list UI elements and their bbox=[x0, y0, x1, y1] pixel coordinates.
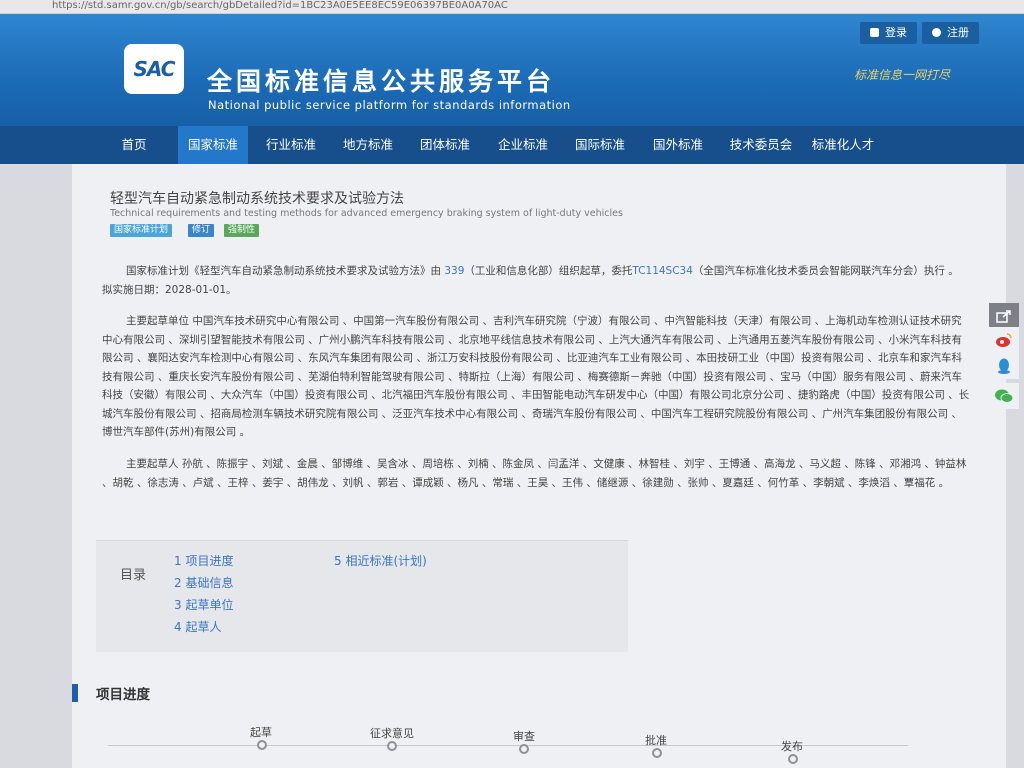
progress-section-title: 项目进度 bbox=[96, 687, 150, 703]
drafting-units: 主要起草单位 中国汽车技术研究中心有限公司 、中国第一汽车股份有限公司 、吉利汽… bbox=[102, 315, 970, 438]
stage-dot-comments bbox=[387, 741, 397, 751]
nav-item-local-standards[interactable]: 地方标准 bbox=[333, 126, 403, 164]
toc-item-basic-info[interactable]: 2 基础信息 bbox=[174, 574, 233, 591]
toc-label: 目录 bbox=[120, 568, 147, 583]
tag-revision: 修订 bbox=[188, 224, 215, 237]
share-icon[interactable] bbox=[989, 303, 1019, 329]
main-nav: 首页 国家标准 行业标准 地方标准 团体标准 企业标准 国际标准 国外标准 技术… bbox=[0, 126, 1024, 164]
ministry-code-link[interactable]: 339 bbox=[444, 265, 464, 277]
site-subtitle: National public service platform for sta… bbox=[208, 98, 571, 112]
stage-dot-release bbox=[788, 754, 798, 764]
logo-text: SAC bbox=[133, 57, 176, 81]
toc-item-progress[interactable]: 1 项目进度 bbox=[174, 552, 233, 569]
toc-item-similar-standards[interactable]: 5 相近标准(计划) bbox=[334, 552, 427, 569]
stage-dot-review bbox=[519, 744, 529, 754]
nav-item-international-standards[interactable]: 国际标准 bbox=[565, 126, 635, 164]
stage-dot-approval bbox=[652, 748, 662, 758]
intro-text: 国家标准计划《轻型汽车自动紧急制动系统技术要求及试验方法》由 bbox=[126, 265, 445, 277]
standard-title-en: Technical requirements and testing metho… bbox=[110, 208, 623, 219]
url-text: https://std.samr.gov.cn/gb/search/gbDeta… bbox=[52, 0, 508, 11]
intro-text: （工业和信息化部）组织起草，委托 bbox=[464, 265, 633, 277]
stage-label-drafting: 起草 bbox=[250, 726, 272, 739]
stage-label-release: 发布 bbox=[781, 740, 803, 753]
drafters: 主要起草人 孙航 、陈振宇 、刘斌 、金晨 、邹博维 、吴含冰 、周培栋 、刘楠… bbox=[102, 458, 967, 489]
stage-label-review: 审查 bbox=[513, 730, 535, 743]
nav-item-industry-standards[interactable]: 行业标准 bbox=[256, 126, 326, 164]
sac-logo[interactable]: SAC bbox=[124, 44, 184, 94]
tag-mandatory: 强制性 bbox=[224, 224, 260, 237]
tag-national-plan: 国家标准计划 bbox=[110, 224, 173, 237]
toc-item-drafting-units[interactable]: 3 起草单位 bbox=[174, 596, 233, 613]
nav-item-group-standards[interactable]: 团体标准 bbox=[410, 126, 480, 164]
weibo-icon[interactable] bbox=[989, 327, 1019, 353]
intro-paragraph: 国家标准计划《轻型汽车自动紧急制动系统技术要求及试验方法》由 339（工业和信息… bbox=[102, 262, 972, 299]
wechat-icon[interactable] bbox=[989, 383, 1019, 409]
committee-code-link[interactable]: TC114SC34 bbox=[632, 265, 693, 277]
register-button[interactable]: 注册 bbox=[922, 22, 979, 44]
nav-item-foreign-standards[interactable]: 国外标准 bbox=[643, 126, 713, 164]
login-label: 登录 bbox=[885, 26, 907, 39]
nav-item-talent[interactable]: 标准化人才 bbox=[806, 126, 880, 164]
section-marker bbox=[72, 684, 78, 702]
user-icon bbox=[932, 28, 941, 37]
nav-item-home[interactable]: 首页 bbox=[108, 126, 160, 164]
standard-title: 轻型汽车自动紧急制动系统技术要求及试验方法 bbox=[110, 191, 404, 207]
address-bar[interactable]: https://std.samr.gov.cn/gb/search/gbDeta… bbox=[0, 0, 1024, 14]
register-label: 注册 bbox=[947, 26, 969, 39]
stage-dot-drafting bbox=[257, 740, 267, 750]
nav-item-national-standards[interactable]: 国家标准 bbox=[178, 126, 248, 164]
stage-label-approval: 批准 bbox=[645, 734, 667, 747]
site-title: 全国标准信息公共服务平台 bbox=[207, 67, 556, 96]
toc-item-drafters[interactable]: 4 起草人 bbox=[174, 618, 221, 635]
stage-label-comments: 征求意见 bbox=[370, 727, 414, 740]
nav-item-technical-committees[interactable]: 技术委员会 bbox=[724, 126, 798, 164]
lock-icon bbox=[870, 28, 879, 37]
nav-item-enterprise-standards[interactable]: 企业标准 bbox=[488, 126, 558, 164]
slogan: 标准信息一网打尽 bbox=[854, 68, 951, 82]
login-button[interactable]: 登录 bbox=[860, 22, 917, 44]
qq-icon[interactable] bbox=[989, 353, 1019, 379]
